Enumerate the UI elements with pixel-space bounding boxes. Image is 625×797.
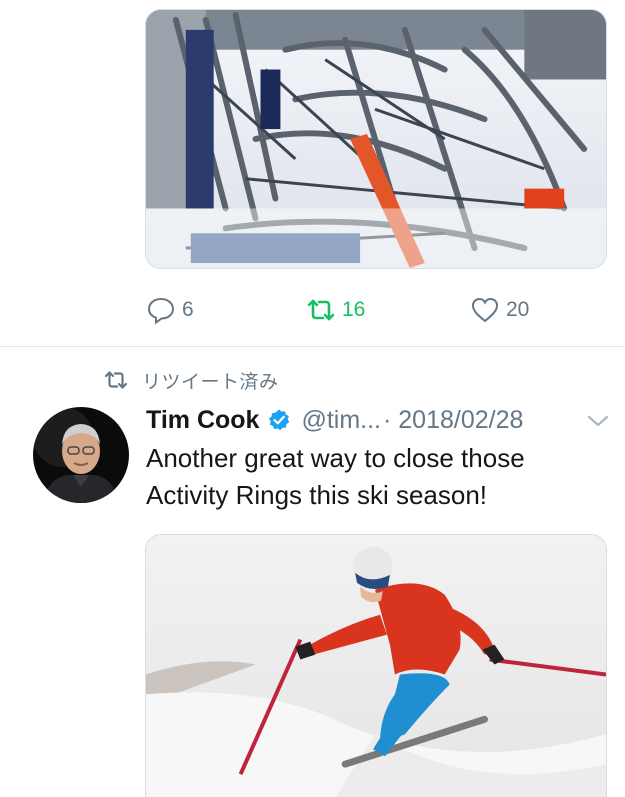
tweet-text-line: Another great way to close those bbox=[146, 443, 525, 473]
reply-icon bbox=[147, 297, 175, 325]
retweet-icon bbox=[104, 371, 128, 389]
tweet-header: Tim Cook @tim... · 2018/02/28 bbox=[146, 402, 616, 438]
tweet-photo-skier[interactable] bbox=[145, 534, 607, 797]
heart-icon bbox=[471, 297, 499, 323]
retweet-button[interactable]: 16 bbox=[306, 290, 365, 330]
author-name[interactable]: Tim Cook bbox=[146, 406, 259, 435]
retweeted-label: リツイート済み bbox=[142, 370, 279, 393]
tweet-photo-ski-lift[interactable] bbox=[145, 9, 607, 269]
retweeted-banner: リツイート済み bbox=[104, 366, 279, 394]
reply-button[interactable]: 6 bbox=[146, 290, 194, 330]
retweet-icon bbox=[307, 299, 335, 321]
tweet-action-bar: 6 16 20 bbox=[0, 290, 625, 330]
tweet-text-line: Activity Rings this ski season! bbox=[146, 480, 488, 510]
author-handle[interactable]: @tim... bbox=[301, 406, 381, 435]
reply-count: 6 bbox=[182, 298, 194, 321]
chevron-down-icon[interactable] bbox=[586, 413, 610, 429]
like-button[interactable]: 20 bbox=[470, 290, 529, 330]
like-count: 20 bbox=[506, 298, 530, 321]
retweet-count: 16 bbox=[342, 298, 366, 321]
tweet-date[interactable]: · 2018/02/28 bbox=[383, 406, 523, 435]
tweet-divider bbox=[0, 346, 625, 347]
tweet-text: Another great way to close those Activit… bbox=[146, 440, 606, 514]
author-avatar[interactable] bbox=[33, 407, 129, 503]
verified-badge-icon bbox=[269, 409, 290, 431]
